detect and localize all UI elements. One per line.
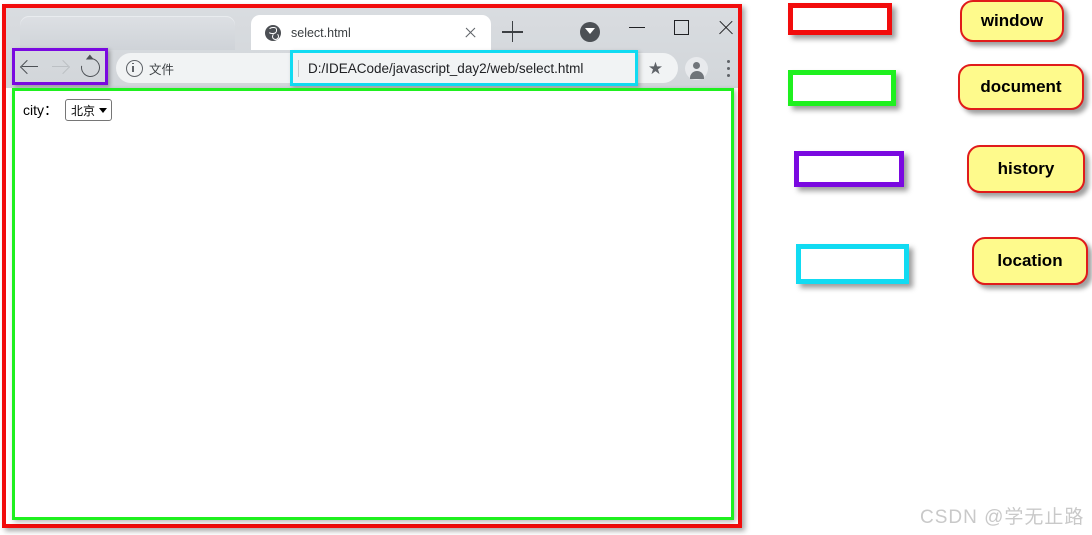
forward-arrow-icon[interactable] xyxy=(48,55,72,79)
navigation-button-group xyxy=(12,48,108,85)
legend-label-history: history xyxy=(967,145,1085,193)
info-circle-icon[interactable] xyxy=(126,59,143,77)
city-form-row: city： 北京 xyxy=(23,99,731,121)
city-select-value: 北京 xyxy=(71,103,96,118)
new-tab-button[interactable] xyxy=(502,21,524,43)
legend-swatch-history xyxy=(794,151,904,187)
legend-swatch-document xyxy=(788,70,896,106)
reload-icon[interactable] xyxy=(77,53,104,81)
omnibox-divider xyxy=(298,59,299,77)
url-input[interactable]: D:/IDEACode/javascript_day2/web/select.h… xyxy=(308,61,583,76)
scheme-label: 文件 xyxy=(149,62,175,77)
browser-tab-select-html[interactable]: select.html xyxy=(251,15,491,50)
globe-icon xyxy=(265,24,281,41)
csdn-watermark: CSDN @学无止路 xyxy=(920,507,1085,528)
dropdown-circle-icon[interactable] xyxy=(580,22,600,42)
window-close-icon[interactable] xyxy=(712,14,742,40)
legend-label-location: location xyxy=(972,237,1088,285)
chevron-down-icon xyxy=(99,107,108,113)
omnibox[interactable]: 文件 D:/IDEACode/javascript_day2/web/selec… xyxy=(116,50,678,86)
maximize-icon[interactable] xyxy=(667,14,697,40)
address-bar[interactable]: D:/IDEACode/javascript_day2/web/select.h… xyxy=(290,50,638,86)
legend-label-window: window xyxy=(960,0,1064,42)
tab-title: select.html xyxy=(291,25,351,40)
kebab-menu-icon[interactable] xyxy=(721,58,737,80)
browser-toolbar: 文件 D:/IDEACode/javascript_day2/web/selec… xyxy=(6,48,738,88)
bookmark-star-icon[interactable]: ★ xyxy=(646,59,665,78)
city-label: city： xyxy=(23,102,58,118)
close-icon[interactable] xyxy=(463,25,479,41)
legend: window document history location xyxy=(760,0,1092,535)
city-select[interactable]: 北京 xyxy=(65,99,113,121)
browser-chrome: select.html 文件 D:/IDEACode/javascript_da… xyxy=(6,8,738,88)
back-arrow-icon[interactable] xyxy=(18,55,42,79)
tab-strip: select.html xyxy=(6,8,738,50)
legend-swatch-window xyxy=(788,3,892,35)
legend-label-document: document xyxy=(958,64,1084,110)
avatar-icon[interactable] xyxy=(685,57,708,80)
legend-swatch-location xyxy=(796,244,909,284)
page-viewport: city： 北京 xyxy=(12,88,734,520)
tab-strip-empty-area[interactable] xyxy=(20,16,235,50)
browser-window: select.html 文件 D:/IDEACode/javascript_da… xyxy=(2,4,742,528)
minimize-icon[interactable] xyxy=(623,14,653,40)
